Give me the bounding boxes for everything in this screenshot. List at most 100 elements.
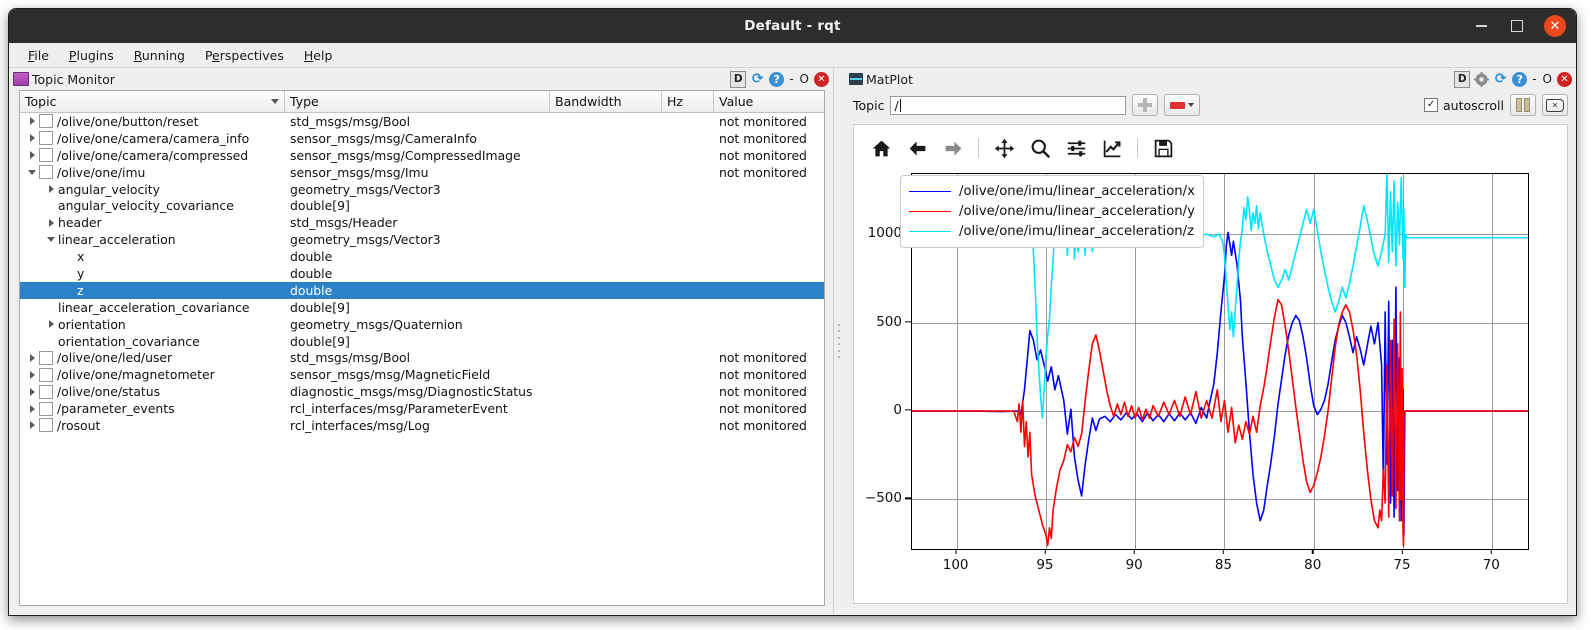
table-row[interactable]: linear_acceleration geometry_msgs/Vector3 [20,231,824,248]
forward-arrow-icon[interactable] [942,137,964,159]
cell-type: geometry_msgs/Vector3 [285,232,550,247]
row-checkbox[interactable] [39,114,53,128]
pause-button[interactable] [1510,94,1536,116]
back-arrow-icon[interactable] [906,137,928,159]
table-row[interactable]: headerstd_msgs/Header [20,214,824,231]
home-icon[interactable] [870,137,892,159]
table-row[interactable]: angular_velocity_covariancedouble[9] [20,197,824,214]
expand-arrow-icon[interactable] [44,320,58,328]
column-header-type[interactable]: Type [285,91,550,112]
menu-perspectives[interactable]: Perspectives [196,45,293,66]
row-checkbox[interactable] [39,165,53,179]
table-row[interactable]: ydouble [20,265,824,282]
monitor-icon [13,72,29,86]
window-controls: ✕ [1472,9,1566,43]
cell-type: std_msgs/msg/Bool [285,114,550,129]
expand-arrow-icon[interactable] [25,134,39,142]
table-row[interactable]: /olive/one/magnetometersensor_msgs/msg/M… [20,366,824,383]
collapse-arrow-icon[interactable] [44,237,58,242]
clear-button[interactable]: ✕ [1542,94,1568,116]
table-row[interactable]: /olive/one/statusdiagnostic_msgs/msg/Dia… [20,383,824,400]
gear-icon[interactable] [1474,72,1489,87]
close-icon[interactable]: ✕ [1557,72,1572,87]
expand-arrow-icon[interactable] [25,421,39,429]
collapse-arrow-icon[interactable] [25,170,39,175]
expand-arrow-icon[interactable] [25,405,39,413]
row-checkbox[interactable] [39,385,53,399]
topic-label: linear_acceleration [58,232,176,247]
table-row[interactable]: zdouble [20,282,824,299]
panel-splitter[interactable] [833,68,845,614]
cell-value: not monitored [714,165,824,180]
topic-input-label: Topic [853,98,884,113]
topic-monitor-header: Topic Monitor D ⟳ ? - O ✕ [9,68,833,90]
help-icon[interactable]: ? [1512,72,1527,87]
table-row[interactable]: /olive/one/button/resetstd_msgs/msg/Bool… [20,113,824,130]
cell-type: double [285,249,550,264]
matplot-panel: MatPlot D [845,68,1576,614]
row-checkbox[interactable] [39,131,53,145]
column-header-topic[interactable]: Topic [20,91,285,112]
float-icon[interactable]: O [1542,72,1553,86]
table-row[interactable]: orientationgeometry_msgs/Quaternion [20,316,824,333]
table-row[interactable]: xdouble [20,248,824,265]
table-row[interactable]: orientation_covariancedouble[9] [20,333,824,350]
column-header-value[interactable]: Value [714,91,824,112]
table-row[interactable]: /rosoutrcl_interfaces/msg/Lognot monitor… [20,417,824,434]
minimize-icon[interactable]: - [1531,72,1537,86]
table-row[interactable]: /olive/one/led/userstd_msgs/msg/Boolnot … [20,349,824,366]
table-row[interactable]: /olive/one/camera/camera_infosensor_msgs… [20,130,824,147]
dock-icon[interactable]: D [1454,71,1470,88]
table-row[interactable]: /olive/one/imusensor_msgs/msg/Imunot mon… [20,164,824,181]
expand-arrow-icon[interactable] [44,185,58,193]
help-icon[interactable]: ? [769,72,784,87]
menu-help[interactable]: Help [295,45,342,66]
row-checkbox[interactable] [39,148,53,162]
plot-legend: /olive/one/imu/linear_acceleration/x /ol… [900,175,1204,248]
cell-type: double[9] [285,300,550,315]
minimize-icon[interactable]: - [788,72,794,86]
row-checkbox[interactable] [39,368,53,382]
float-icon[interactable]: O [799,72,810,86]
sort-descending-icon [271,99,279,104]
expand-arrow-icon[interactable] [25,117,39,125]
panels-container: Topic Monitor D ⟳ ? - O ✕ T [9,68,1576,614]
reload-icon[interactable]: ⟳ [1493,72,1508,87]
y-tick-label: −500 [865,490,911,506]
row-checkbox[interactable] [39,418,53,432]
row-checkbox[interactable] [39,351,53,365]
expand-arrow-icon[interactable] [25,354,39,362]
zoom-icon[interactable] [1029,137,1051,159]
expand-arrow-icon[interactable] [25,371,39,379]
reload-icon[interactable]: ⟳ [750,72,765,87]
expand-arrow-icon[interactable] [44,219,58,227]
autoscroll-checkbox[interactable]: ✓ autoscroll [1424,98,1504,113]
save-icon[interactable] [1152,137,1174,159]
table-row[interactable]: linear_acceleration_covariancedouble[9] [20,299,824,316]
dock-icon[interactable]: D [730,71,746,88]
menu-plugins[interactable]: Plugins [60,45,123,66]
window-maximize-button[interactable] [1508,17,1526,35]
column-header-bandwidth[interactable]: Bandwidth [550,91,662,112]
menu-file[interactable]: File [19,45,58,66]
expand-arrow-icon[interactable] [25,151,39,159]
row-checkbox[interactable] [39,402,53,416]
table-row[interactable]: /parameter_eventsrcl_interfaces/msg/Para… [20,400,824,417]
pan-icon[interactable] [993,137,1015,159]
remove-topic-button[interactable] [1164,94,1200,116]
expand-arrow-icon[interactable] [25,388,39,396]
table-row[interactable]: angular_velocitygeometry_msgs/Vector3 [20,181,824,198]
window-close-icon[interactable]: ✕ [1544,15,1566,37]
table-row[interactable]: /olive/one/camera/compressedsensor_msgs/… [20,147,824,164]
close-icon[interactable]: ✕ [814,72,829,87]
topic-tree-body[interactable]: /olive/one/button/resetstd_msgs/msg/Bool… [20,113,824,605]
configure-subplots-icon[interactable] [1065,137,1087,159]
text-caret [900,99,901,112]
add-topic-button[interactable] [1132,94,1158,116]
column-header-hz[interactable]: Hz [662,91,714,112]
topic-input[interactable]: / [890,96,1126,115]
window-minimize-button[interactable] [1472,17,1490,35]
x-tick-label: 90 [1126,548,1143,573]
menu-running[interactable]: Running [125,45,194,66]
edit-curve-icon[interactable] [1101,137,1123,159]
